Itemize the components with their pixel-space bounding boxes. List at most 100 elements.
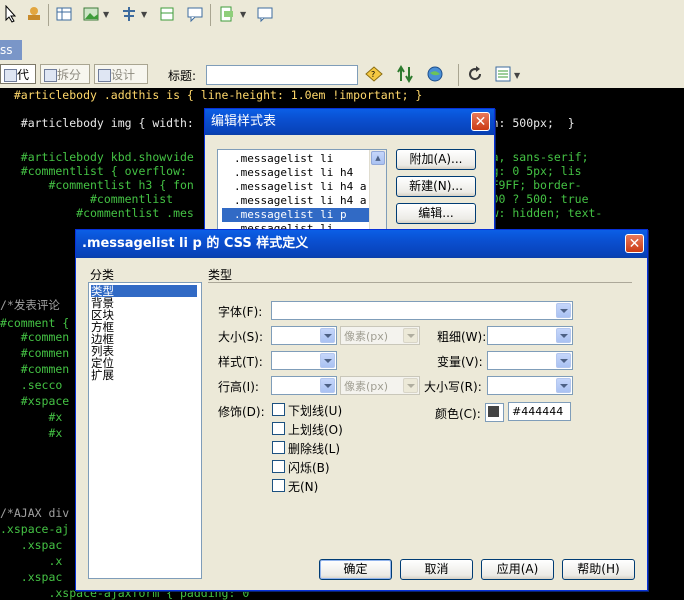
- css-rule-definition-dialog: .messagelist li p 的 CSS 样式定义 ✕ 分类 类型 背景 区块…: [75, 229, 648, 591]
- code-line: #comment {: [0, 316, 70, 330]
- code-line: #articlebody .addthis is { line-height: …: [0, 88, 423, 102]
- decoration-checkbox[interactable]: [272, 422, 285, 435]
- code-line: .x: [0, 554, 63, 568]
- image-icon[interactable]: [82, 5, 100, 23]
- code-line: .xspac: [0, 570, 63, 584]
- edit-stylesheet-dialog: 编辑样式表 ✕ .messagelist li .messagelist li h…: [204, 108, 495, 241]
- help-button[interactable]: 帮助(H): [562, 559, 635, 580]
- decoration-option-label[interactable]: 上划线(O): [288, 421, 343, 438]
- size-unit-select: 像素(px): [340, 326, 420, 345]
- document-tab[interactable]: ss: [0, 40, 22, 60]
- decoration-checkbox[interactable]: [272, 441, 285, 454]
- new-button[interactable]: 新建(N)...: [396, 176, 476, 197]
- chevron-down-icon: [556, 378, 571, 393]
- category-list[interactable]: 类型 背景 区块 方框 边框 列表 定位 扩展: [88, 282, 202, 579]
- chevron-down-icon: [320, 353, 335, 368]
- category-header: 分类: [90, 268, 115, 282]
- code-line: #commen: [0, 362, 70, 376]
- edit-stylesheet-close-button[interactable]: ✕: [471, 112, 490, 131]
- code-line: #commen: [0, 346, 70, 360]
- code-line: #xspace: [0, 394, 70, 408]
- chevron-down-icon: [320, 328, 335, 343]
- document-tab-bar: [0, 30, 684, 61]
- style-list-item[interactable]: .messagelist li p: [222, 208, 377, 222]
- css-rule-definition-close-button[interactable]: ✕: [625, 234, 644, 253]
- decoration-option-label[interactable]: 删除线(L): [288, 440, 340, 457]
- weight-label: 粗细(W):: [437, 330, 487, 344]
- chevron-down-icon: [556, 303, 571, 318]
- css-rule-definition-title: .messagelist li p 的 CSS 样式定义: [76, 230, 647, 258]
- weight-select[interactable]: [487, 326, 573, 345]
- code-view-icon: [4, 69, 17, 82]
- style-list[interactable]: .messagelist li .messagelist li h4 .messag…: [217, 149, 387, 241]
- chevron-down-icon: [556, 328, 571, 343]
- size-select[interactable]: [271, 326, 337, 345]
- design-view-label: 设计: [111, 68, 136, 82]
- decoration-checkbox[interactable]: [272, 479, 285, 492]
- split-view-label: 拆分: [57, 68, 82, 82]
- chevron-down-icon: [556, 353, 571, 368]
- decoration-option-label[interactable]: 闪烁(B): [288, 459, 330, 476]
- table-icon[interactable]: [55, 5, 73, 23]
- code-line: /*AJAX div: [0, 506, 70, 520]
- file-transfer-icon[interactable]: [396, 65, 416, 83]
- design-view-icon: [98, 69, 111, 82]
- validate-icon[interactable]: ?: [364, 65, 386, 83]
- color-swatch: [488, 406, 499, 417]
- chevron-down-icon: [320, 378, 335, 393]
- comment-icon[interactable]: [186, 5, 204, 23]
- style-list-item[interactable]: .messagelist li: [222, 152, 377, 166]
- decoration-checkbox[interactable]: [272, 460, 285, 473]
- style-select[interactable]: [271, 351, 337, 370]
- insert-icon[interactable]: [218, 5, 236, 23]
- insert-toolbar: ▼ ▼ ▼: [0, 0, 684, 31]
- variant-select[interactable]: [487, 351, 573, 370]
- font-select[interactable]: [271, 301, 573, 320]
- code-line: /*发表评论: [0, 298, 60, 312]
- case-label: 大小写(R):: [424, 380, 482, 394]
- svg-text:?: ?: [371, 70, 375, 79]
- code-view-button[interactable]: 代码: [0, 64, 36, 102]
- cancel-button[interactable]: 取消: [400, 559, 473, 580]
- design-view-button[interactable]: 设计: [94, 64, 148, 84]
- refresh-icon[interactable]: [466, 65, 484, 83]
- case-select[interactable]: [487, 376, 573, 395]
- style-list-item[interactable]: .messagelist li h4: [222, 166, 377, 180]
- line-height-label: 行高(I):: [218, 380, 259, 394]
- category-item[interactable]: 扩展: [91, 369, 197, 381]
- snippet-icon[interactable]: [256, 5, 274, 23]
- line-height-unit-select: 像素(px): [340, 376, 420, 395]
- pointer-icon[interactable]: [3, 5, 21, 23]
- line-height-select[interactable]: [271, 376, 337, 395]
- panel-header: 类型: [208, 268, 233, 282]
- chevron-down-icon: [403, 378, 418, 393]
- layout-icon[interactable]: [120, 5, 138, 23]
- size-unit-value: 像素(px): [344, 330, 389, 343]
- scroll-up-icon[interactable]: ▲: [371, 151, 385, 165]
- decoration-checkbox[interactable]: [272, 403, 285, 416]
- edit-button[interactable]: 编辑...: [396, 203, 476, 224]
- preview-browser-icon[interactable]: [426, 65, 444, 83]
- style-list-item[interactable]: .messagelist li h4 a:v: [222, 194, 380, 208]
- style-list-item[interactable]: .messagelist li h4 a: [222, 180, 377, 194]
- panel-divider: [208, 282, 632, 283]
- line-height-unit-value: 像素(px): [344, 380, 389, 393]
- apply-button[interactable]: 应用(A): [481, 559, 554, 580]
- color-swatch-button[interactable]: [485, 403, 504, 422]
- ok-button[interactable]: 确定: [319, 559, 392, 580]
- attach-button[interactable]: 附加(A)...: [396, 149, 476, 170]
- size-label: 大小(S):: [218, 330, 264, 344]
- view-options-icon[interactable]: [494, 65, 512, 83]
- code-line: #x: [0, 410, 63, 424]
- title-input[interactable]: [206, 65, 358, 85]
- stamp-icon[interactable]: [25, 5, 43, 23]
- decoration-option-label[interactable]: 下划线(U): [288, 402, 342, 419]
- style-label: 样式(T):: [218, 355, 263, 369]
- decoration-option-label[interactable]: 无(N): [288, 478, 318, 495]
- style-list-scrollbar[interactable]: ▲: [369, 150, 386, 240]
- frame-icon[interactable]: [158, 5, 176, 23]
- variant-label: 变量(V):: [437, 355, 483, 369]
- split-view-button[interactable]: 拆分: [40, 64, 90, 84]
- chevron-down-icon: [403, 328, 418, 343]
- color-input[interactable]: #444444: [508, 402, 571, 421]
